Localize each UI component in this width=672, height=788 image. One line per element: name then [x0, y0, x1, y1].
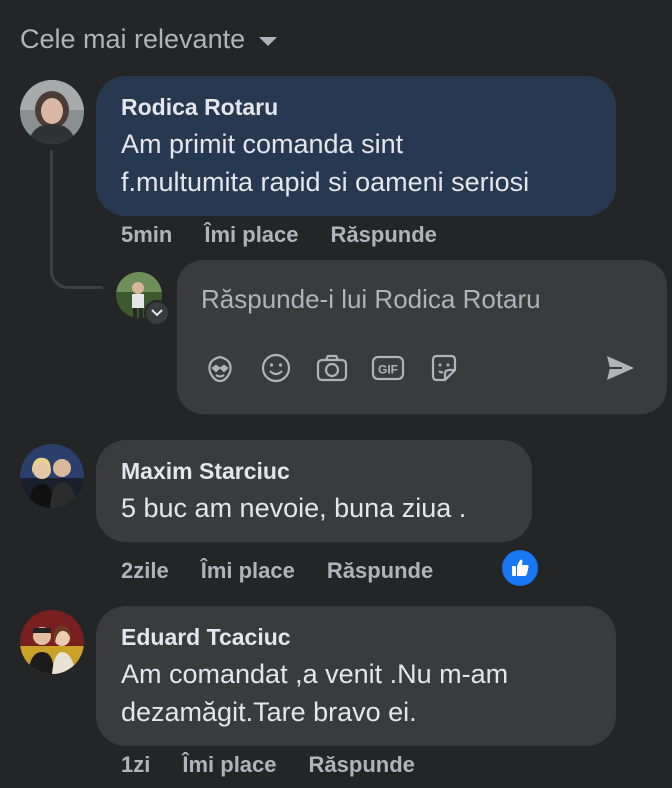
comment-text-line: dezamăgit.Tare bravo ei. [121, 697, 417, 727]
camera-icon[interactable] [315, 351, 349, 385]
comment-text: Am primit comanda sint f.multumita rapid… [121, 125, 591, 201]
avatar-sticker-icon[interactable] [203, 351, 237, 385]
sort-label: Cele mai relevante [20, 24, 246, 54]
comment-author[interactable]: Maxim Starciuc [121, 458, 507, 485]
sort-dropdown[interactable]: Cele mai relevante [20, 24, 278, 55]
comment-actions: 5min Îmi place Răspunde [121, 222, 469, 248]
svg-text:GIF: GIF [378, 363, 398, 377]
reply-button[interactable]: Răspunde [309, 752, 415, 778]
comment-time[interactable]: 5min [121, 222, 172, 248]
like-button[interactable]: Îmi place [204, 222, 298, 248]
reply-button[interactable]: Răspunde [327, 558, 433, 584]
reply-composer: Răspunde-i lui Rodica Rotaru GIF [177, 260, 667, 414]
comment-text-line: Am primit comanda sint [121, 129, 404, 159]
avatar[interactable] [20, 610, 84, 674]
comment-text: Am comandat ,a venit .Nu m-am dezamăgit.… [121, 655, 591, 731]
like-reaction-icon[interactable] [502, 550, 538, 586]
comment-bubble: Eduard Tcaciuc Am comandat ,a venit .Nu … [96, 606, 616, 746]
comment-text-line: 5 buc am nevoie, buna ziua . [121, 493, 467, 523]
comment-author[interactable]: Rodica Rotaru [121, 94, 591, 121]
gif-icon[interactable]: GIF [371, 351, 405, 385]
emoji-icon[interactable] [259, 351, 293, 385]
comment-text-line: Am comandat ,a venit .Nu m-am [121, 659, 509, 689]
comment-text-line: f.multumita rapid si oameni seriosi [121, 167, 530, 197]
comment-time[interactable]: 2zile [121, 558, 169, 584]
like-button[interactable]: Îmi place [182, 752, 276, 778]
comment-author[interactable]: Eduard Tcaciuc [121, 624, 591, 651]
comment-actions: 2zile Îmi place Răspunde [121, 558, 465, 584]
avatar[interactable] [20, 444, 84, 508]
reply-button[interactable]: Răspunde [331, 222, 437, 248]
send-icon[interactable] [603, 351, 637, 385]
avatar[interactable] [20, 80, 84, 144]
sticker-icon[interactable] [427, 351, 461, 385]
comment-bubble: Maxim Starciuc 5 buc am nevoie, buna ziu… [96, 440, 532, 542]
like-button[interactable]: Îmi place [201, 558, 295, 584]
account-switch-chevron-icon[interactable] [146, 302, 168, 324]
comment-bubble: Rodica Rotaru Am primit comanda sint f.m… [96, 76, 616, 216]
reply-input[interactable]: Răspunde-i lui Rodica Rotaru [201, 284, 641, 315]
caret-down-icon [259, 37, 278, 46]
comment-time[interactable]: 1zi [121, 752, 150, 778]
comment-text: 5 buc am nevoie, buna ziua . [121, 489, 507, 527]
comment-actions: 1zi Îmi place Răspunde [121, 752, 447, 778]
